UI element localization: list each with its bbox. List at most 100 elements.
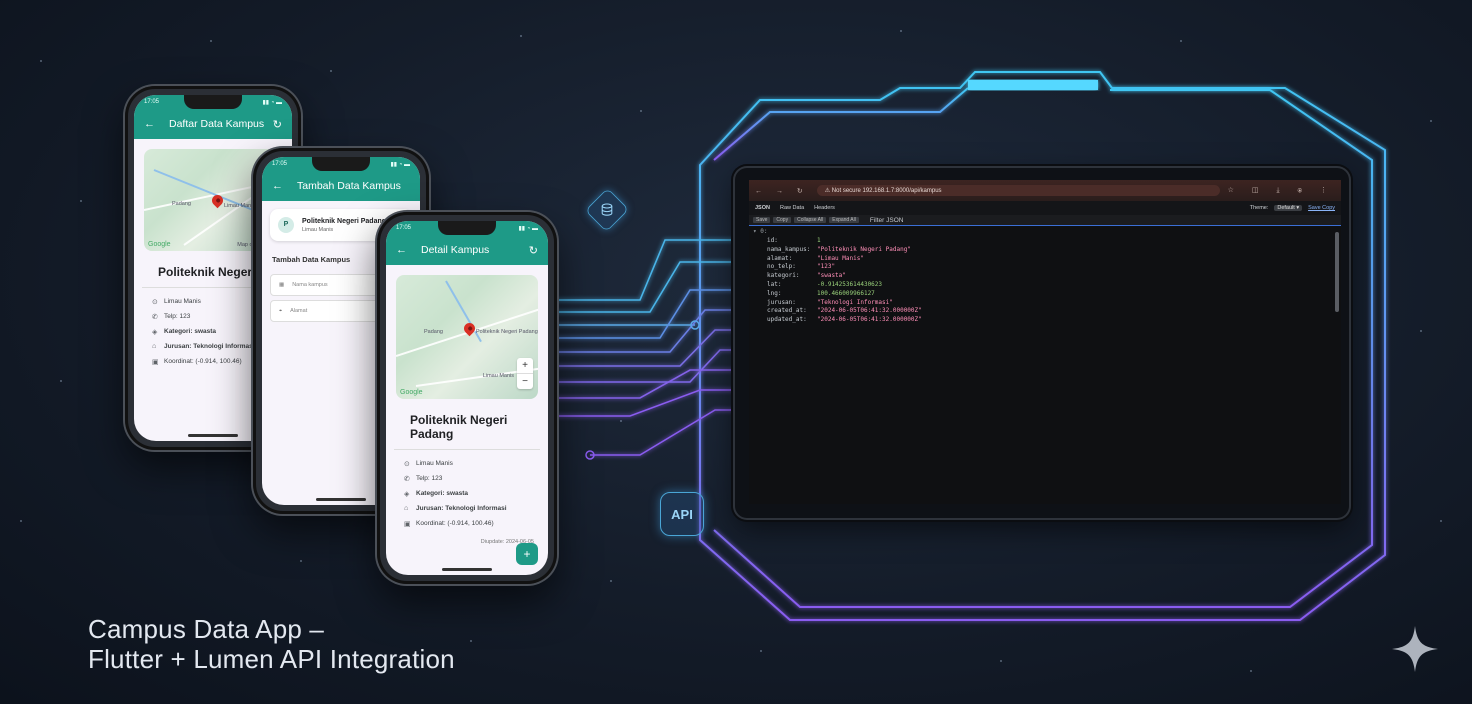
json-line: lat: -0.914253614430623 (749, 281, 1341, 290)
add-fab-button[interactable]: + (516, 543, 538, 565)
json-key: created_at: (767, 307, 807, 315)
card-title: Politeknik Negeri Padang (302, 217, 387, 225)
nav-buttons[interactable]: ← → ↻ (755, 187, 809, 195)
json-line: alamat: "Limau Manis" (749, 255, 1341, 264)
theme-select[interactable]: Default ▾ (1274, 205, 1303, 211)
info-row: ◈ Kategori: swasta (404, 486, 530, 501)
app-bar-title: Daftar Data Kampus (169, 118, 265, 130)
hud-top-bar (968, 80, 1098, 90)
info-text: Jurusan: Teknologi Informasi (416, 505, 507, 512)
caption-line-1: Campus Data App – (88, 614, 325, 644)
browser-window: ← → ↻ ⚠ Not secure 192.168.1.7:8000/api/… (749, 180, 1341, 504)
info-icon: ⌂ (404, 505, 409, 512)
json-toolbar-button[interactable]: Expand All (829, 217, 859, 223)
info-text: Telp: 123 (416, 475, 443, 482)
card-subtitle: Limau Manis (302, 226, 334, 233)
json-toolbar-button[interactable]: Filter JSON (870, 217, 904, 224)
json-tab[interactable]: Headers (814, 205, 835, 211)
json-value: -0.914253614430623 (817, 280, 883, 288)
address-bar[interactable]: ⚠ Not secure 192.168.1.7:8000/api/kampus (816, 185, 1220, 196)
json-line: no_telp: "123" (749, 263, 1341, 272)
caption-line-2: Flutter + Lumen API Integration (88, 644, 455, 674)
api-label: API (671, 506, 693, 522)
refresh-icon[interactable]: ↻ (529, 244, 538, 257)
info-text: Jurusan: Teknologi Informasi (164, 343, 255, 350)
app-bar: ← Detail Kampus ↻ (386, 235, 548, 265)
json-toolbar-button[interactable]: Save (753, 217, 771, 223)
json-value: "Politeknik Negeri Padang" (817, 245, 911, 253)
scrollbar[interactable] (1335, 232, 1339, 312)
info-icon: ◈ (404, 490, 410, 498)
zoom-out-button[interactable]: − (517, 373, 533, 389)
info-icon: ▣ (152, 358, 159, 366)
phone-detail-screen: 17:05 ▮▮ ◔ ▬ ← Detail Kampus ↻ Politeknik… (377, 212, 557, 584)
json-key: nama_kampus: (767, 245, 811, 253)
info-row: ⊙ Limau Manis (404, 456, 530, 471)
info-icon: ⊙ (404, 460, 410, 468)
building-icon: ▦ (279, 282, 285, 288)
json-value: 100.466009966127 (817, 289, 875, 297)
json-key: no_telp: (767, 263, 796, 271)
info-text: Koordinat: (-0.914, 100.46) (164, 358, 242, 365)
info-text: Kategori: swasta (164, 328, 217, 335)
app-bar: ← Tambah Data Kampus (262, 171, 420, 201)
json-value: "2024-06-05T06:41:32.000000Z" (817, 307, 922, 315)
json-line: id: 1 (749, 237, 1341, 246)
info-icon: ⌂ (152, 343, 157, 350)
json-key: alamat: (767, 254, 793, 262)
json-key: id: (767, 237, 778, 244)
zoom-controls: + − (517, 358, 533, 389)
info-row: ▣ Koordinat: (-0.914, 100.46) (404, 516, 530, 531)
json-key: lng: (767, 289, 782, 297)
json-value: "2024-06-05T06:41:32.000000Z" (817, 316, 922, 324)
save-copy-link[interactable]: Save Copy (1308, 205, 1335, 211)
info-text: Koordinat: (-0.914, 100.46) (416, 520, 494, 527)
json-toolbar: Save Copy Collapse All Expand All Filter JSO… (749, 215, 1341, 225)
back-arrow-icon[interactable]: ← (272, 180, 283, 192)
api-icon: API (660, 492, 704, 536)
json-value: "Teknologi Informasi" (817, 298, 893, 306)
refresh-icon[interactable]: ↻ (273, 118, 282, 131)
info-icon: ◈ (152, 328, 158, 336)
avatar: P (278, 217, 294, 233)
app-bar: ← Daftar Data Kampus ↻ (134, 109, 292, 139)
google-logo: Google (148, 241, 171, 248)
json-tab[interactable]: Raw Data (780, 205, 804, 211)
info-row: ✆ Telp: 123 (404, 471, 530, 486)
info-icon: ⊙ (152, 298, 158, 306)
json-tab[interactable]: JSON (755, 205, 770, 211)
json-line: jurusan: "Teknologi Informasi" (749, 299, 1341, 308)
info-text: Limau Manis (416, 460, 453, 467)
json-key: kategori: (767, 272, 800, 280)
campus-info-list: ⊙ Limau Manis ✆ Telp: 123 ◈ Kategori: swasta ⌂… (386, 450, 548, 531)
map-view[interactable]: Politeknik Negeri Padang Padang Google L… (396, 275, 538, 399)
json-value: 1 (817, 237, 821, 244)
browser-actions[interactable]: ☆ ◫ ⤓ ⦿ ⋮ (1228, 186, 1335, 195)
json-line: kategori: "swasta" (749, 272, 1341, 281)
json-toolbar-button[interactable]: Collapse All (794, 217, 827, 223)
json-value: "swasta" (817, 272, 846, 280)
back-arrow-icon[interactable]: ← (396, 244, 407, 256)
json-viewer-tabs: JSON Raw Data Headers Theme: Default ▾ Sav… (749, 201, 1341, 215)
json-line: updated_at: "2024-06-05T06:41:32.000000Z" (749, 316, 1341, 325)
location-icon: ⌖ (279, 307, 283, 314)
json-line: nama_kampus: "Politeknik Negeri Padang" (749, 246, 1341, 255)
sparkle-icon (1392, 626, 1438, 672)
info-row: ⌂ Jurusan: Teknologi Informasi (404, 501, 530, 516)
google-logo: Google (400, 389, 423, 396)
browser-toolbar: ← → ↻ ⚠ Not secure 192.168.1.7:8000/api/… (749, 180, 1341, 201)
json-key: updated_at: (767, 316, 807, 324)
json-key: lat: (767, 280, 782, 288)
json-toolbar-button[interactable]: Copy (773, 217, 792, 223)
zoom-in-button[interactable]: + (517, 358, 533, 373)
json-content: ▾ 0: id: 1 nama_kampus: "Politeknik Negeri … (749, 225, 1341, 504)
campus-name: Politeknik Negeri Padang (394, 399, 540, 450)
info-icon: ✆ (404, 475, 410, 483)
info-text: Limau Manis (164, 298, 201, 305)
json-root-toggle[interactable]: ▾ 0: (749, 226, 1341, 237)
back-arrow-icon[interactable]: ← (144, 118, 155, 130)
tablet-device: ← → ↻ ⚠ Not secure 192.168.1.7:8000/api/… (735, 168, 1349, 518)
theme-label: Theme: (1249, 205, 1269, 211)
json-line: created_at: "2024-06-05T06:41:32.000000Z" (749, 307, 1341, 316)
caption: Campus Data App – Flutter + Lumen API In… (88, 614, 455, 674)
